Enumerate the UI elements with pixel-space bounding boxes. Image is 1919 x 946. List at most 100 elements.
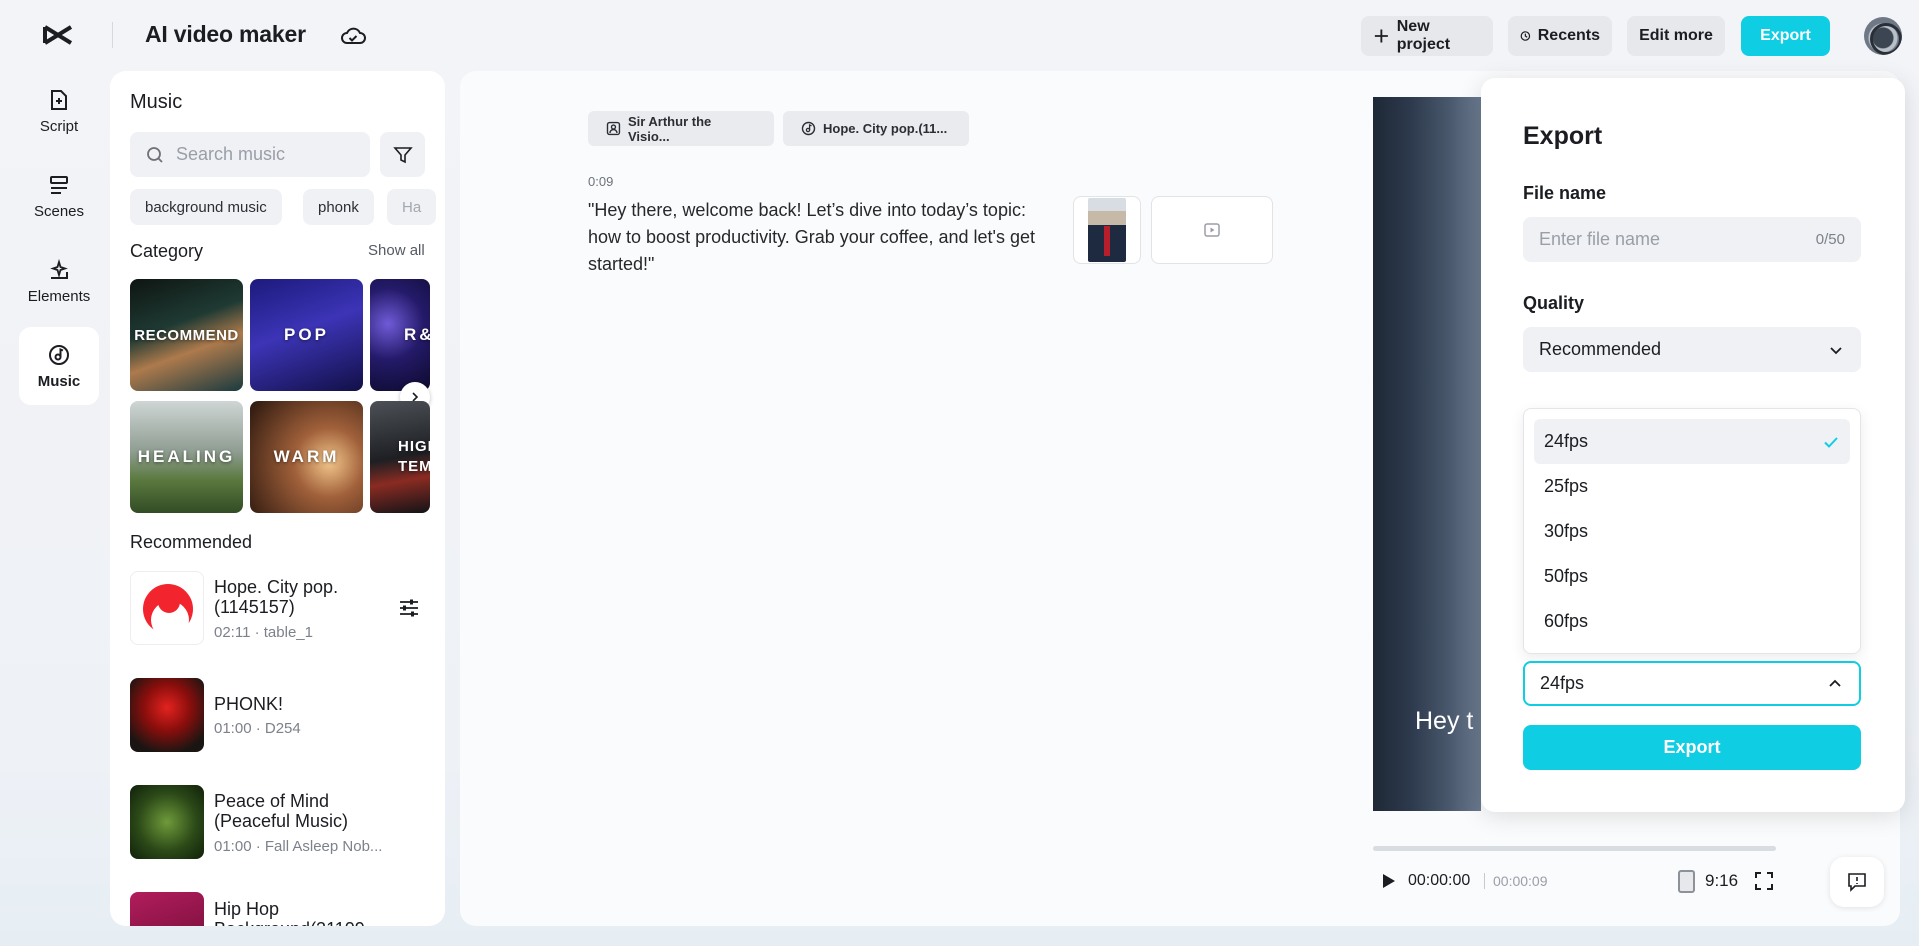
frame-rate-select[interactable]: 24fps <box>1523 661 1861 706</box>
fps-option-25[interactable]: 25fps <box>1534 464 1850 509</box>
music-search-input[interactable]: Search music <box>130 132 370 177</box>
rail-label-elements: Elements <box>28 288 91 305</box>
music-tag[interactable]: Hope. City pop.(11... <box>783 111 969 146</box>
scene-thumbnail[interactable] <box>1073 196 1141 264</box>
track-name: Peace of Mind (Peaceful Music) <box>214 791 389 831</box>
quality-label: Quality <box>1523 293 1584 314</box>
track-name: PHONK! <box>214 694 389 714</box>
top-bar: AI video maker New project Recents Edit … <box>0 0 1919 70</box>
fps-option-50[interactable]: 50fps <box>1534 554 1850 599</box>
track-item-hip-hop[interactable]: Hip Hop Background(21109... <box>130 892 430 926</box>
category-rnb[interactable]: R& <box>370 279 430 391</box>
elements-icon <box>47 258 71 282</box>
avatar-tag[interactable]: Sir Arthur the Visio... <box>588 111 774 146</box>
recommended-title: Recommended <box>130 532 252 553</box>
track-meta: 02:11 · table_1 <box>214 624 313 641</box>
filter-button[interactable] <box>380 132 425 177</box>
chip-more[interactable]: Ha <box>387 189 436 225</box>
checkmark-icon <box>1822 433 1840 451</box>
track-cover <box>130 571 204 645</box>
chip-background-music[interactable]: background music <box>130 189 282 225</box>
file-name-input[interactable]: Enter file name 0/50 <box>1523 217 1861 262</box>
search-placeholder: Search music <box>176 144 285 165</box>
music-icon <box>47 343 71 367</box>
total-time: 00:00:09 <box>1493 873 1548 889</box>
adjust-icon[interactable] <box>398 597 420 619</box>
chip-phonk[interactable]: phonk <box>303 189 374 225</box>
music-note-icon <box>801 121 816 136</box>
scenes-icon <box>47 173 71 197</box>
track-item-peace-of-mind[interactable]: Peace of Mind (Peaceful Music) 01:00 · F… <box>130 785 430 861</box>
user-avatar[interactable] <box>1864 17 1902 55</box>
fps-option-label: 25fps <box>1544 476 1840 497</box>
fullscreen-icon[interactable] <box>1754 871 1774 891</box>
fps-option-label: 30fps <box>1544 521 1840 542</box>
rail-item-music[interactable]: Music <box>19 327 99 405</box>
fps-option-60[interactable]: 60fps <box>1534 599 1850 644</box>
export-header-button[interactable]: Export <box>1741 16 1830 56</box>
track-name: Hip Hop Background(21109... <box>214 899 389 926</box>
chevron-down-icon <box>1827 341 1845 359</box>
cloud-sync-icon[interactable] <box>340 25 366 47</box>
category-warm[interactable]: WARM <box>250 401 363 513</box>
track-item-phonk[interactable]: PHONK! 01:00 · D254 <box>130 678 430 754</box>
aspect-ratio-label[interactable]: 9:16 <box>1705 871 1738 891</box>
capcut-logo-icon[interactable] <box>42 22 74 48</box>
file-name-label: File name <box>1523 183 1606 204</box>
app-title: AI video maker <box>145 21 306 48</box>
fps-option-30[interactable]: 30fps <box>1534 509 1850 554</box>
aspect-ratio-icon[interactable] <box>1678 870 1695 893</box>
chevron-up-icon <box>1826 675 1844 693</box>
segment-duration: 0:09 <box>588 174 613 189</box>
category-high-tempo[interactable]: HIGH TEM <box>370 401 430 513</box>
recents-button[interactable]: Recents <box>1508 16 1612 56</box>
recents-label: Recents <box>1538 27 1600 45</box>
script-icon <box>47 88 71 112</box>
filter-icon <box>393 145 413 165</box>
avatar-tag-label: Sir Arthur the Visio... <box>628 114 756 144</box>
export-confirm-button[interactable]: Export <box>1523 725 1861 770</box>
add-scene-media-button[interactable] <box>1151 196 1273 264</box>
search-icon <box>146 146 164 164</box>
track-cover <box>130 678 204 752</box>
fps-option-24[interactable]: 24fps <box>1534 419 1850 464</box>
new-project-button[interactable]: New project <box>1361 16 1493 56</box>
frame-rate-value: 24fps <box>1540 673 1826 694</box>
hope-cover-icon <box>131 572 204 645</box>
file-name-counter: 0/50 <box>1816 231 1845 248</box>
header-divider <box>112 22 113 48</box>
rail-item-elements[interactable]: Elements <box>19 242 99 320</box>
current-time: 00:00:00 <box>1408 872 1470 890</box>
video-preview[interactable]: Hey t <box>1373 97 1481 811</box>
category-recommend[interactable]: RECOMMEND <box>130 279 243 391</box>
history-icon <box>1520 27 1531 45</box>
rail-item-scenes[interactable]: Scenes <box>19 157 99 235</box>
play-icon[interactable] <box>1378 871 1398 891</box>
track-cover <box>130 785 204 859</box>
rail-label-scenes: Scenes <box>34 203 84 220</box>
edit-more-button[interactable]: Edit more <box>1627 16 1725 56</box>
export-panel: Export File name Enter file name 0/50 Qu… <box>1481 78 1905 812</box>
avatar-icon <box>606 121 621 136</box>
feedback-icon <box>1846 871 1868 893</box>
category-title: Category <box>130 241 203 262</box>
playback-progress-bar[interactable] <box>1373 846 1776 851</box>
rail-item-script[interactable]: Script <box>19 72 99 150</box>
music-panel-title: Music <box>130 91 182 114</box>
rail-label-script: Script <box>40 118 78 135</box>
track-item-hope[interactable]: Hope. City pop.(1145157) 02:11 · table_1 <box>130 571 430 647</box>
add-media-icon <box>1202 220 1222 240</box>
show-all-link[interactable]: Show all <box>368 242 425 259</box>
feedback-button[interactable] <box>1830 857 1884 907</box>
category-pop[interactable]: POP <box>250 279 363 391</box>
category-healing[interactable]: HEALING <box>130 401 243 513</box>
preview-caption: Hey t <box>1415 707 1473 736</box>
quality-select[interactable]: Recommended <box>1523 327 1861 372</box>
fps-option-label: 60fps <box>1544 611 1840 632</box>
scene-portrait <box>1088 198 1126 262</box>
music-tag-label: Hope. City pop.(11... <box>823 121 947 136</box>
time-divider <box>1484 873 1485 889</box>
script-text[interactable]: "Hey there, welcome back! Let’s dive int… <box>588 197 1058 278</box>
track-meta: 01:00 · D254 <box>214 720 301 737</box>
file-name-placeholder: Enter file name <box>1539 229 1816 250</box>
